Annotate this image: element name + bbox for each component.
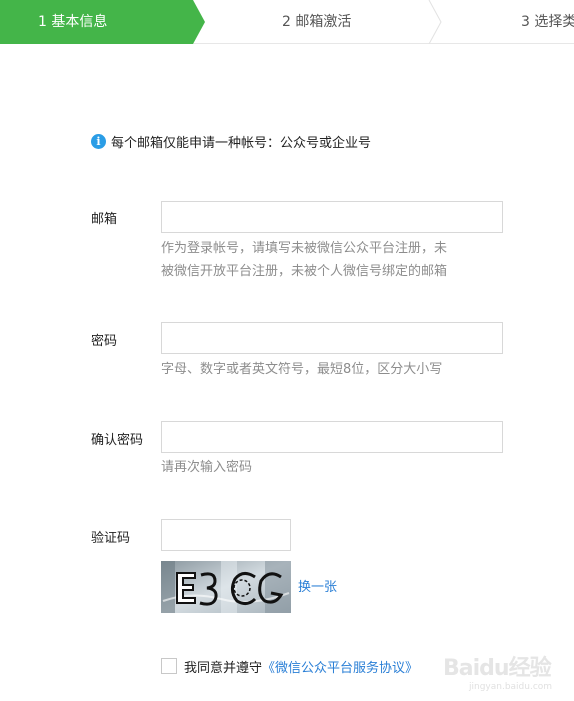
agreement-row: 我同意并遵守 《微信公众平台服务协议》	[161, 657, 418, 676]
email-field[interactable]	[161, 201, 503, 233]
email-hint-line-1: 作为登录帐号，请填写未被微信公众平台注册，未	[161, 241, 448, 256]
confirm-password-hint: 请再次输入密码	[161, 460, 253, 475]
notice-banner: i 每个邮箱仅能申请一种帐号：公众号或企业号	[91, 131, 371, 151]
step-2-label: 2 邮箱激活	[282, 14, 352, 30]
confirm-password-label: 确认密码	[91, 433, 144, 448]
password-field[interactable]	[161, 322, 503, 354]
captcha-refresh-link[interactable]: 换一张	[298, 576, 337, 595]
baidu-watermark-logo: Baidu经验 jingyan.baidu.com	[443, 644, 571, 694]
agreement-text: 我同意并遵守	[184, 660, 263, 676]
email-hint-line-2: 被微信开放平台注册，未被个人微信号绑定的邮箱	[161, 264, 448, 279]
notice-text: 每个邮箱仅能申请一种帐号：公众号或企业号	[111, 135, 372, 151]
email-label: 邮箱	[91, 212, 118, 227]
captcha-image-graphic	[161, 561, 291, 613]
captcha-image[interactable]	[161, 561, 291, 613]
step-indicator: 1 基本信息 2 邮箱激活 3 选择类	[0, 0, 574, 44]
agreement-link[interactable]: 《微信公众平台服务协议》	[262, 657, 418, 676]
step-1-label: 1 基本信息	[38, 14, 108, 30]
password-label: 密码	[91, 334, 118, 349]
agreement-checkbox[interactable]	[161, 658, 177, 674]
info-icon: i	[91, 133, 106, 149]
step-separator-chevron	[428, 0, 442, 44]
watermark-url: jingyan.baidu.com	[469, 682, 553, 692]
captcha-field[interactable]	[161, 519, 291, 551]
confirm-password-field[interactable]	[161, 421, 503, 453]
captcha-label: 验证码	[91, 531, 131, 546]
step-3-label: 3 选择类	[521, 14, 574, 30]
password-hint: 字母、数字或者英文符号，最短8位，区分大小写	[161, 362, 443, 377]
watermark-brand: Baidu经验	[443, 656, 552, 681]
